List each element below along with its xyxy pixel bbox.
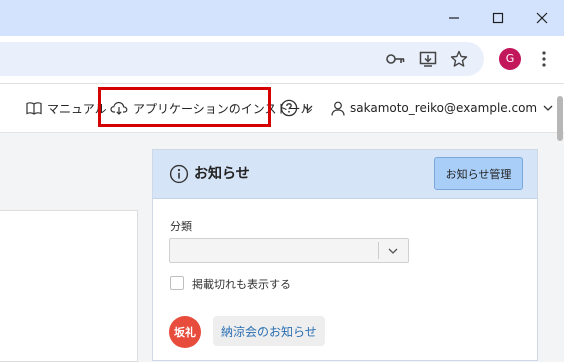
user-chevron-icon [543, 105, 553, 111]
notice-item-link[interactable]: 納涼会のお知らせ [213, 316, 325, 346]
scroll-thumb[interactable] [557, 96, 563, 141]
user-email: sakamoto_reiko@example.com [350, 101, 538, 115]
category-select[interactable] [169, 238, 409, 263]
more-vert-icon[interactable] [536, 48, 552, 70]
manual-link[interactable]: マニュアル [26, 84, 107, 132]
show-expired-checkbox[interactable] [170, 276, 184, 290]
notice-panel: お知らせ お知らせ管理 分類 掲載切れも表示する 坂礼 納涼会のお知らせ [152, 149, 538, 361]
book-icon [26, 102, 42, 115]
address-bar[interactable] [0, 42, 484, 76]
chevron-down-icon [303, 105, 313, 111]
left-card [0, 210, 138, 362]
help-icon [280, 99, 298, 117]
notice-title: お知らせ [194, 166, 250, 182]
download-icon[interactable] [415, 46, 441, 72]
user-menu[interactable]: sakamoto_reiko@example.com [331, 84, 558, 132]
notice-header: お知らせ お知らせ管理 [153, 150, 537, 199]
manage-notices-button[interactable]: お知らせ管理 [434, 157, 523, 190]
browser-toolbar: G [0, 36, 564, 84]
close-icon[interactable] [520, 0, 564, 36]
info-icon [169, 164, 189, 184]
star-icon[interactable] [446, 46, 472, 72]
avatar: 坂礼 [169, 316, 201, 348]
key-icon[interactable] [383, 46, 409, 72]
help-menu[interactable] [280, 84, 318, 132]
page-scrollbar[interactable] [556, 96, 564, 350]
category-label: 分類 [170, 220, 192, 233]
select-divider [378, 242, 379, 259]
minimize-icon[interactable] [432, 0, 476, 36]
maximize-icon[interactable] [476, 0, 520, 36]
show-expired-label[interactable]: 掲載切れも表示する [192, 276, 291, 292]
profile-avatar[interactable]: G [499, 48, 521, 70]
install-highlight-box [98, 87, 271, 127]
user-icon [331, 101, 345, 116]
app-header-nav: マニュアル アプリケーションのインストール sakamoto_reiko@exa… [0, 84, 564, 133]
chevron-down-icon [388, 248, 398, 254]
